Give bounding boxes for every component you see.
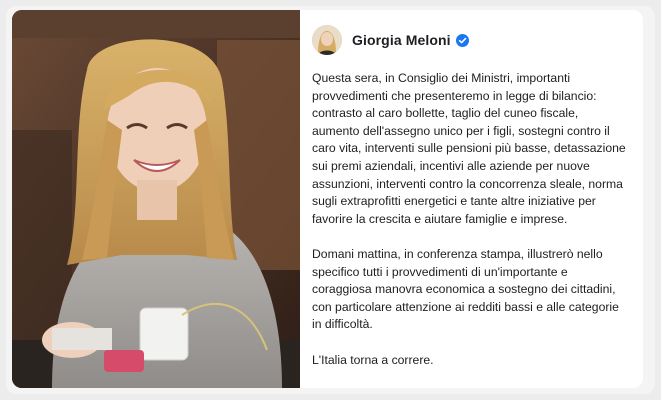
post-header: Giorgia Meloni <box>312 22 629 58</box>
verified-badge-icon <box>455 33 469 47</box>
post-text: Questa sera, in Consiglio dei Ministri, … <box>312 70 629 369</box>
post-paragraph: Questa sera, in Consiglio dei Ministri, … <box>312 71 626 226</box>
post-card: Giorgia Meloni Questa sera, in Consiglio… <box>300 10 643 388</box>
post-paragraph: Domani mattina, in conferenza stampa, il… <box>312 246 619 332</box>
author-name[interactable]: Giorgia Meloni <box>352 32 451 48</box>
post-photo <box>12 10 300 388</box>
post-paragraph: L'Italia torna a correre. <box>312 352 434 367</box>
author-avatar[interactable] <box>312 25 342 55</box>
